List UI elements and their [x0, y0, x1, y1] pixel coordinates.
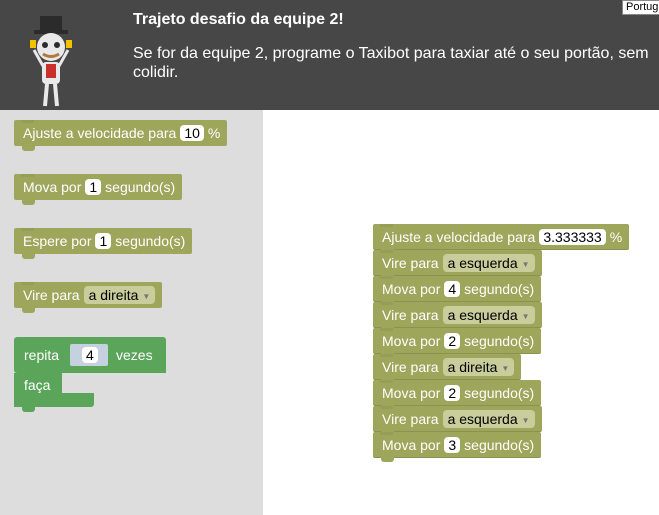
block-label: Mova por [382, 280, 441, 297]
block-label: Vire para [382, 410, 439, 427]
toolbox-move-block[interactable]: Mova por 1 segundo(s) [14, 174, 183, 205]
block-label: Ajuste a velocidade para [382, 228, 536, 245]
repeat-label: repita [24, 347, 60, 363]
block-toolbox [0, 110, 263, 515]
repeat-footer [14, 393, 94, 407]
direction-dropdown[interactable]: a direita ▼ [442, 357, 515, 376]
repeat-count-input[interactable]: 4 [82, 347, 98, 363]
seconds-value-input[interactable]: 2 [444, 332, 461, 349]
challenge-title: Trajeto desafio da equipe 2! [133, 11, 344, 28]
workspace-turn-block[interactable]: Vire para a direita ▼ [373, 354, 522, 384]
block-label: Vire para [382, 306, 439, 323]
block-label: Vire para [382, 358, 439, 375]
challenge-description: Se for da equipe 2, programe o Taxibot p… [133, 45, 649, 81]
block-unit: segundo(s) [464, 280, 535, 297]
block-label: Mova por [382, 332, 441, 349]
workspace-move-block[interactable]: Mova por 2 segundo(s) [373, 328, 542, 358]
block-unit: segundo(s) [464, 384, 535, 401]
seconds-value-input[interactable]: 1 [95, 233, 112, 249]
workspace-turn-block[interactable]: Vire para a esquerda ▼ [373, 406, 542, 436]
dropdown-arrow-icon: ▼ [501, 363, 510, 373]
direction-value: a direita [447, 358, 498, 375]
seconds-value-input[interactable]: 2 [444, 384, 461, 401]
direction-value: a esquerda [447, 306, 518, 323]
dropdown-arrow-icon: ▼ [142, 292, 151, 301]
speed-value-input[interactable]: 10 [180, 125, 204, 141]
header-banner: Trajeto desafio da equipe 2! Se for da e… [0, 0, 659, 110]
language-select[interactable]: Português [622, 0, 659, 15]
speed-value-input[interactable]: 3.333333 [539, 228, 606, 245]
workspace-move-block[interactable]: Mova por 3 segundo(s) [373, 432, 542, 462]
block-unit: % [207, 125, 221, 141]
taxibot-mascot-icon [30, 16, 72, 107]
dropdown-arrow-icon: ▼ [521, 415, 530, 425]
workspace-move-block[interactable]: Mova por 2 segundo(s) [373, 380, 542, 410]
direction-dropdown[interactable]: a esquerda ▼ [442, 305, 535, 324]
workspace-set-speed-block[interactable]: Ajuste a velocidade para 3.333333 % [373, 224, 630, 254]
direction-dropdown[interactable]: a esquerda ▼ [442, 409, 535, 428]
seconds-value-input[interactable]: 3 [444, 436, 461, 453]
direction-value: a esquerda [447, 254, 518, 271]
direction-dropdown[interactable]: a direita ▼ [83, 286, 156, 304]
block-unit: segundo(s) [464, 332, 535, 349]
block-label: Espere por [23, 233, 92, 249]
block-unit: segundo(s) [115, 233, 186, 249]
direction-dropdown[interactable]: a esquerda ▼ [442, 253, 535, 272]
toolbox-repeat-block[interactable]: repita 4 vezes faça [14, 337, 166, 412]
toolbox-turn-block[interactable]: Vire para a direita ▼ [14, 282, 163, 313]
block-unit: segundo(s) [105, 179, 176, 195]
block-label: Vire para [382, 254, 439, 271]
repeat-unit: vezes [116, 347, 153, 363]
do-label: faça [24, 377, 51, 393]
toolbox-set-speed-block[interactable]: Ajuste a velocidade para 10 % [14, 120, 228, 151]
workspace-turn-block[interactable]: Vire para a esquerda ▼ [373, 302, 542, 332]
block-unit: segundo(s) [464, 436, 535, 453]
block-unit: % [609, 228, 623, 245]
dropdown-arrow-icon: ▼ [521, 311, 530, 321]
repeat-count-socket: 4 [70, 344, 108, 366]
seconds-value-input[interactable]: 1 [85, 179, 102, 195]
toolbox-wait-block[interactable]: Espere por 1 segundo(s) [14, 228, 193, 259]
repeat-notch [22, 407, 35, 412]
direction-value: a direita [88, 287, 139, 303]
workspace-turn-block[interactable]: Vire para a esquerda ▼ [373, 250, 542, 280]
block-label: Vire para [23, 287, 80, 303]
direction-value: a esquerda [447, 410, 518, 427]
workspace-move-block[interactable]: Mova por 4 segundo(s) [373, 276, 542, 306]
block-label: Ajuste a velocidade para [23, 125, 177, 141]
block-label: Mova por [382, 436, 441, 453]
block-label: Mova por [23, 179, 82, 195]
block-label: Mova por [382, 384, 441, 401]
seconds-value-input[interactable]: 4 [444, 280, 461, 297]
dropdown-arrow-icon: ▼ [521, 259, 530, 269]
